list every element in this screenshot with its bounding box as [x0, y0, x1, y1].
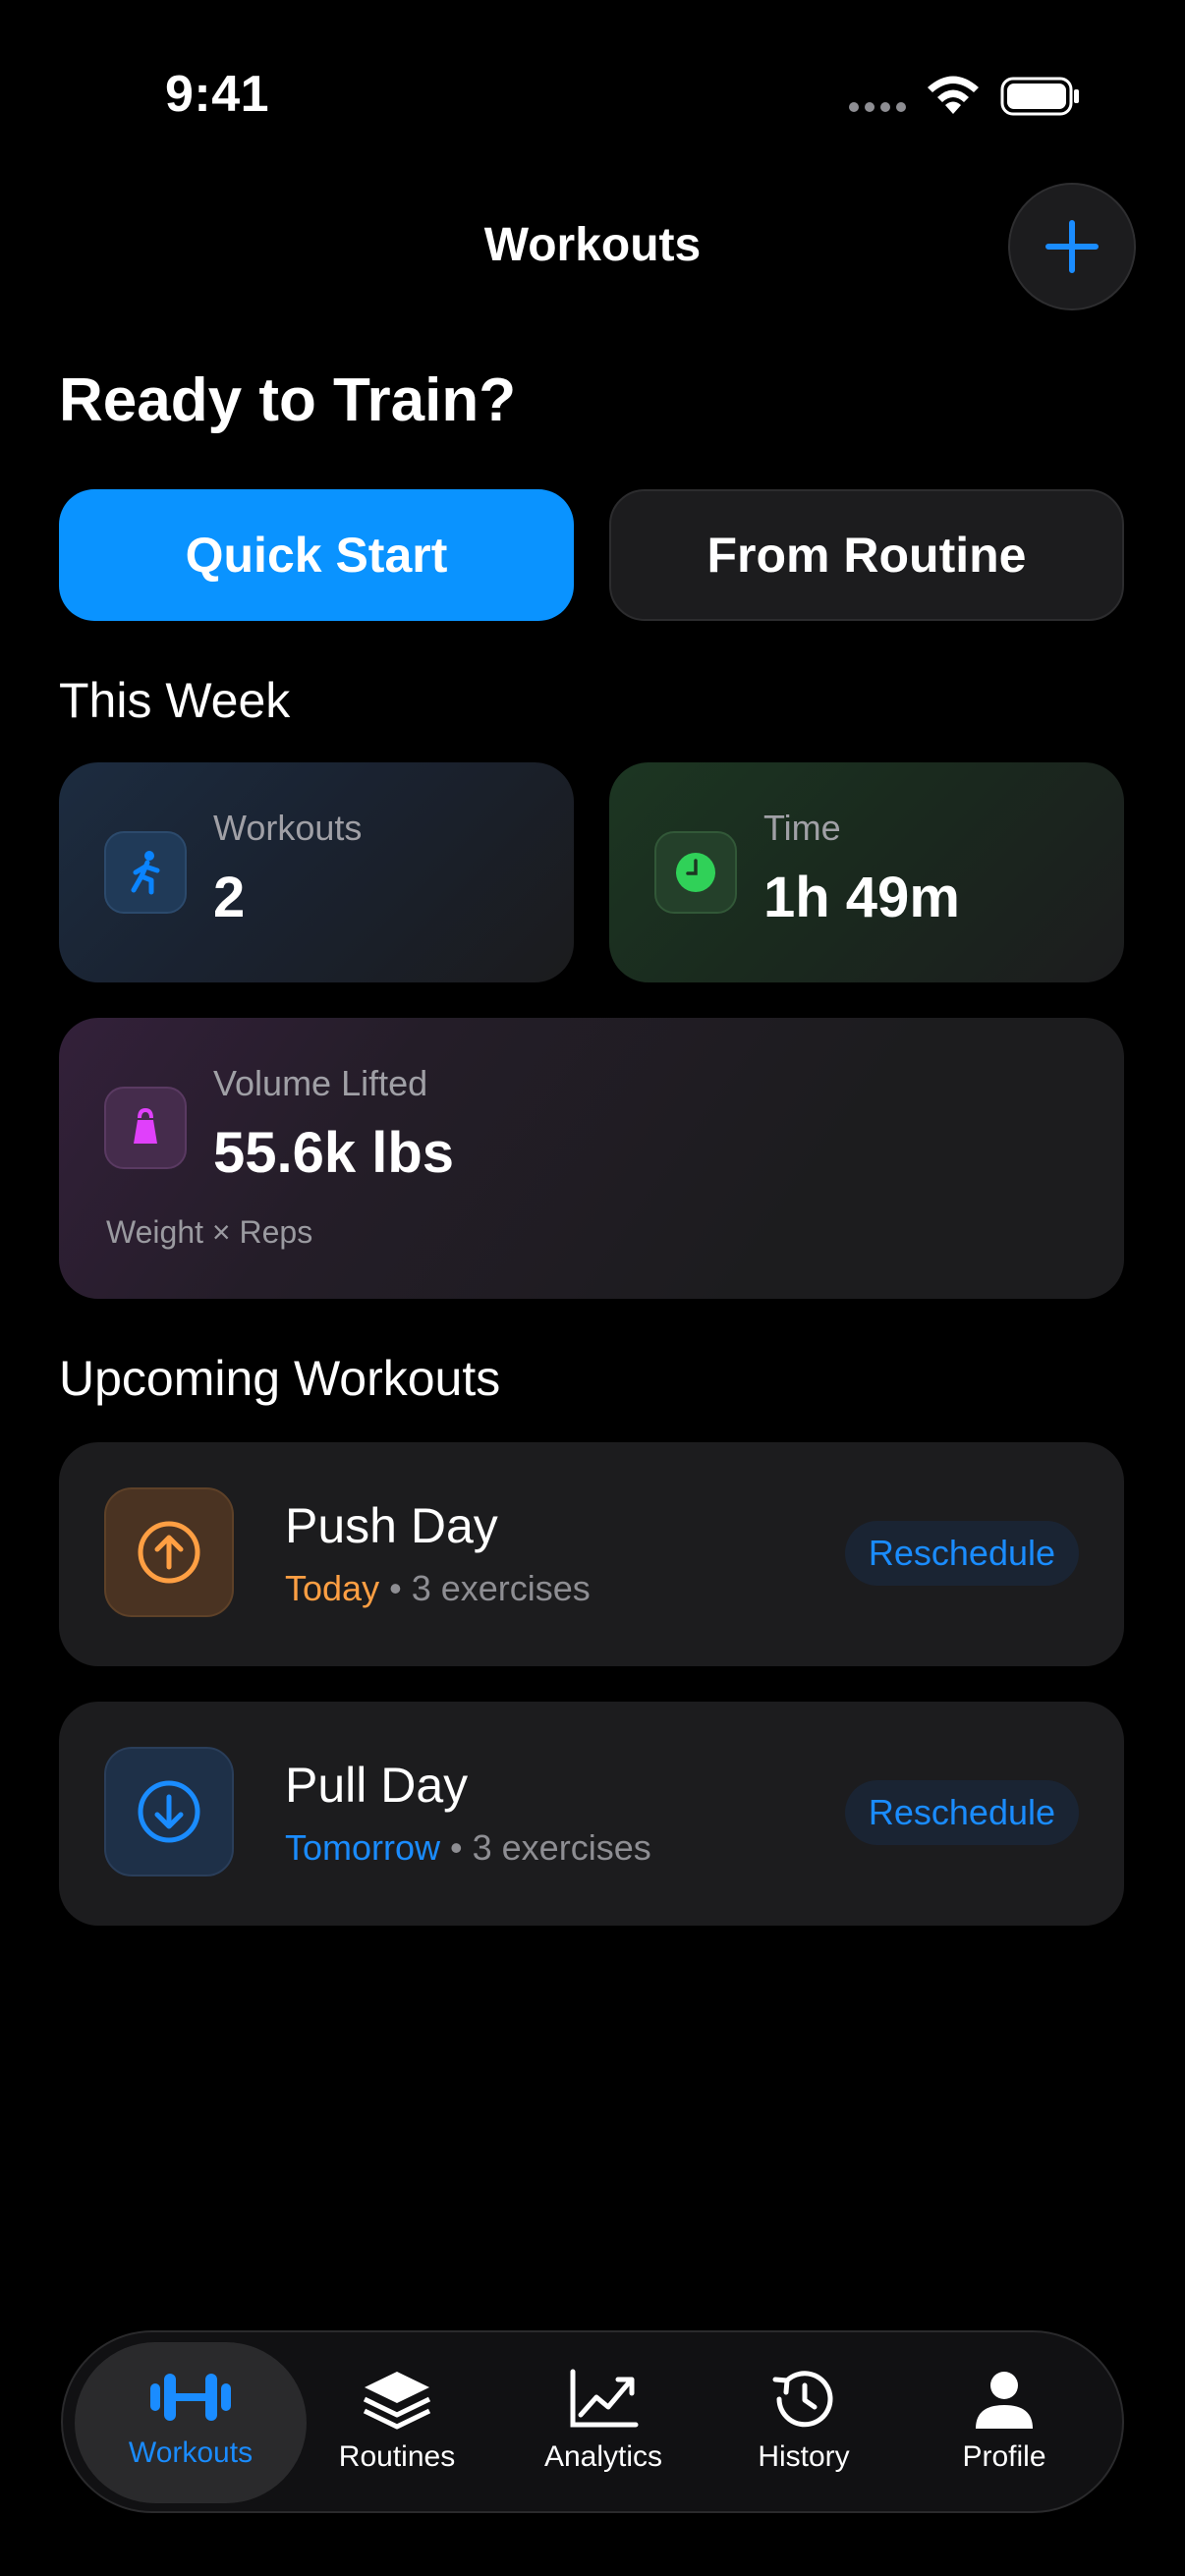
- cellular-signal-icon: [849, 102, 906, 112]
- stat-card-time[interactable]: Time 1h 49m: [609, 762, 1124, 982]
- person-icon: [976, 2372, 1033, 2429]
- wifi-icon: [928, 76, 979, 114]
- quick-start-button[interactable]: Quick Start: [59, 489, 574, 621]
- clock-icon: [654, 831, 737, 914]
- tab-label: History: [758, 2440, 850, 2473]
- workouts-value: 2: [213, 866, 246, 929]
- battery-icon: [1000, 77, 1079, 116]
- layers-icon: [363, 2372, 431, 2430]
- workout-day: Today: [285, 1568, 380, 1608]
- tab-label: Profile: [962, 2440, 1046, 2473]
- from-routine-button[interactable]: From Routine: [609, 489, 1124, 621]
- kettlebell-icon: [104, 1087, 187, 1169]
- exercise-count: 3 exercises: [411, 1568, 591, 1608]
- volume-label: Volume Lifted: [213, 1063, 428, 1103]
- chart-line-icon: [570, 2369, 639, 2428]
- reschedule-button[interactable]: Reschedule: [844, 1780, 1079, 1845]
- workout-meta: Today • 3 exercises: [285, 1568, 591, 1609]
- upcoming-workout-push-day[interactable]: Push Day Today • 3 exercises Reschedule: [59, 1442, 1124, 1666]
- tab-label: Workouts: [128, 2436, 254, 2469]
- upcoming-workout-pull-day[interactable]: Pull Day Tomorrow • 3 exercises Reschedule: [59, 1702, 1124, 1926]
- workouts-label: Workouts: [213, 808, 363, 848]
- meta-separator: •: [450, 1827, 463, 1868]
- plus-icon: [1045, 220, 1099, 273]
- exercise-count: 3 exercises: [472, 1827, 651, 1868]
- meta-separator: •: [389, 1568, 402, 1608]
- status-time: 9:41: [165, 66, 270, 123]
- tab-label: Analytics: [543, 2440, 663, 2473]
- stat-card-volume[interactable]: Volume Lifted 55.6k lbs Weight × Reps: [59, 1018, 1124, 1299]
- tab-label: Routines: [338, 2440, 456, 2473]
- status-bar: 9:41: [0, 0, 1185, 187]
- dumbbell-icon: [150, 2374, 231, 2421]
- history-clock-icon: [772, 2371, 833, 2428]
- tab-history[interactable]: History: [707, 2342, 900, 2503]
- arrow-up-circle-icon: [104, 1487, 234, 1617]
- tab-bar: Workouts Routines Analytics History Prof…: [61, 2330, 1124, 2513]
- workout-name: Push Day: [285, 1498, 498, 1553]
- volume-note: Weight × Reps: [106, 1214, 313, 1250]
- arrow-down-circle-icon: [104, 1747, 234, 1876]
- time-value: 1h 49m: [763, 866, 960, 929]
- add-workout-button[interactable]: [1008, 183, 1136, 310]
- this-week-title: This Week: [59, 673, 291, 728]
- tab-analytics[interactable]: Analytics: [507, 2342, 700, 2503]
- time-label: Time: [763, 808, 841, 848]
- tab-profile[interactable]: Profile: [908, 2342, 1100, 2503]
- hero-title: Ready to Train?: [59, 366, 517, 434]
- workout-meta: Tomorrow • 3 exercises: [285, 1827, 651, 1869]
- workout-name: Pull Day: [285, 1758, 469, 1813]
- reschedule-button[interactable]: Reschedule: [844, 1521, 1079, 1586]
- upcoming-title: Upcoming Workouts: [59, 1351, 501, 1406]
- volume-value: 55.6k lbs: [213, 1121, 455, 1185]
- tab-workouts[interactable]: Workouts: [75, 2342, 307, 2503]
- tab-routines[interactable]: Routines: [301, 2342, 493, 2503]
- stat-card-workouts[interactable]: Workouts 2: [59, 762, 574, 982]
- workout-day: Tomorrow: [285, 1827, 441, 1868]
- running-figure-icon: [104, 831, 187, 914]
